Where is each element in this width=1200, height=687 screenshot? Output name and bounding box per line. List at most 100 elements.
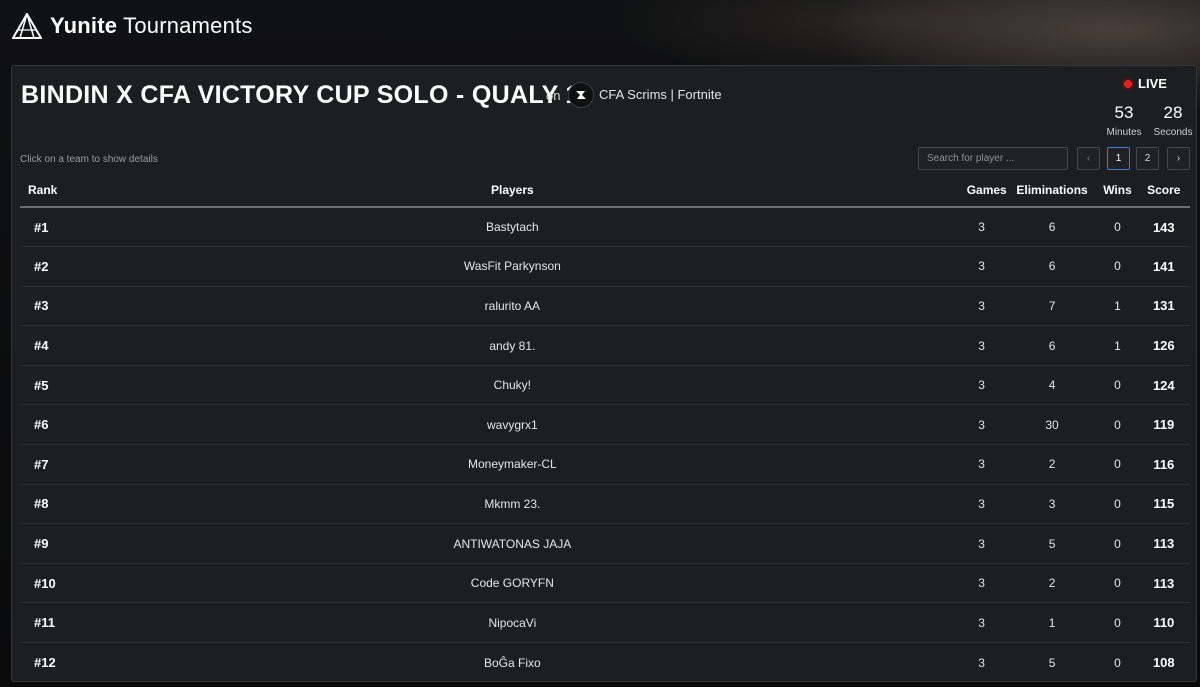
wins-cell: 0 bbox=[1097, 444, 1138, 485]
eliminations-cell: 5 bbox=[1006, 523, 1098, 564]
score-cell: 113 bbox=[1137, 523, 1190, 564]
page-1-button[interactable]: 1 bbox=[1107, 147, 1130, 170]
player-name-cell: ralurito AA bbox=[68, 286, 957, 327]
header-wins: Wins bbox=[1097, 174, 1138, 208]
eliminations-cell: 6 bbox=[1006, 325, 1098, 366]
wins-cell: 0 bbox=[1097, 484, 1138, 525]
details-hint: Click on a team to show details bbox=[20, 154, 158, 165]
player-name-cell: Mkmm 23. bbox=[68, 484, 957, 525]
eliminations-cell: 7 bbox=[1006, 286, 1098, 327]
eliminations-cell: 30 bbox=[1006, 404, 1098, 446]
wins-cell: 1 bbox=[1097, 286, 1138, 327]
tournament-title: BINDIN X CFA VICTORY CUP SOLO - QUALY 1 bbox=[21, 81, 580, 109]
eliminations-cell: 2 bbox=[1006, 563, 1098, 604]
wins-cell: 0 bbox=[1097, 563, 1138, 604]
games-cell: 3 bbox=[978, 655, 985, 670]
rank-cell: #12 bbox=[34, 655, 56, 671]
games-cell: 3 bbox=[956, 404, 1007, 446]
wins-cell: 0 bbox=[1097, 246, 1138, 287]
rank-cell: #9 bbox=[20, 523, 69, 564]
rank-cell: #11 bbox=[20, 602, 69, 644]
score-cell: 119 bbox=[1137, 404, 1190, 446]
table-row[interactable]: #1 Bastytach 3 6 0 143 bbox=[20, 207, 1190, 248]
player-name-cell: NipocaVi bbox=[68, 602, 957, 644]
wins-cell: 0 bbox=[1097, 523, 1138, 564]
player-name-cell: ANTIWATONAS JAJA bbox=[68, 523, 957, 564]
yunite-logo-icon[interactable] bbox=[12, 13, 42, 39]
score-cell: 116 bbox=[1137, 444, 1190, 485]
player-name-cell: Moneymaker-CL bbox=[68, 444, 957, 485]
live-label: LIVE bbox=[1138, 76, 1167, 91]
wins-cell: 0 bbox=[1097, 602, 1138, 644]
table-row[interactable]: #2 WasFit Parkynson 3 6 0 141 bbox=[20, 246, 1190, 287]
timer-seconds: 28 Seconds bbox=[1150, 103, 1196, 138]
player-name-cell: BoĜa Fixo bbox=[484, 655, 541, 670]
score-cell: 143 bbox=[1137, 207, 1190, 248]
eliminations-cell: 3 bbox=[1006, 484, 1098, 525]
table-row[interactable]: #3 ralurito AA 3 7 1 131 bbox=[20, 286, 1190, 327]
table-row[interactable]: #7 Moneymaker-CL 3 2 0 116 bbox=[20, 444, 1190, 485]
leaderboard-panel: BINDIN X CFA VICTORY CUP SOLO - QUALY 1 … bbox=[11, 65, 1197, 682]
eliminations-cell: 6 bbox=[1006, 246, 1098, 287]
header-games: Games bbox=[956, 174, 1007, 208]
games-cell: 3 bbox=[956, 563, 1007, 604]
rank-cell: #5 bbox=[20, 365, 69, 406]
rank-cell: #8 bbox=[20, 484, 69, 525]
table-row[interactable]: #6 wavygrx1 3 30 0 119 bbox=[20, 404, 1190, 446]
score-cell: 108 bbox=[1152, 655, 1175, 671]
player-search-input[interactable] bbox=[918, 147, 1068, 170]
table-row[interactable]: #9 ANTIWATONAS JAJA 3 5 0 113 bbox=[20, 523, 1190, 564]
score-cell: 124 bbox=[1137, 365, 1190, 406]
wins-cell: 1 bbox=[1097, 325, 1138, 366]
games-cell: 3 bbox=[956, 207, 1007, 248]
player-name-cell: Bastytach bbox=[68, 207, 957, 248]
org-name-link[interactable]: CFA Scrims | Fortnite bbox=[599, 87, 722, 102]
eliminations-cell: 4 bbox=[1006, 365, 1098, 406]
table-row[interactable]: #4 andy 81. 3 6 1 126 bbox=[20, 325, 1190, 366]
wins-cell: 0 bbox=[1097, 207, 1138, 248]
wins-cell: 0 bbox=[1097, 365, 1138, 406]
games-cell: 3 bbox=[956, 325, 1007, 366]
games-cell: 3 bbox=[956, 286, 1007, 327]
table-row[interactable]: #8 Mkmm 23. 3 3 0 115 bbox=[20, 484, 1190, 525]
minutes-value: 53 bbox=[1114, 103, 1134, 122]
games-cell: 3 bbox=[956, 602, 1007, 644]
games-cell: 3 bbox=[956, 365, 1007, 406]
live-indicator: LIVE bbox=[1122, 76, 1167, 91]
rank-cell: #1 bbox=[20, 207, 69, 248]
eliminations-cell: 5 bbox=[1048, 655, 1056, 670]
on-label: on bbox=[546, 88, 561, 103]
live-dot-icon bbox=[1122, 77, 1134, 90]
brand-name-bold: Yunite bbox=[50, 13, 118, 38]
games-cell: 3 bbox=[956, 523, 1007, 564]
table-header-row: Rank Players Games Eliminations Wins Sco… bbox=[20, 174, 1190, 208]
score-cell: 126 bbox=[1137, 325, 1190, 366]
player-name-cell: andy 81. bbox=[68, 325, 957, 366]
seconds-label: Seconds bbox=[1153, 127, 1193, 138]
org-avatar[interactable] bbox=[568, 82, 594, 108]
eliminations-cell: 2 bbox=[1006, 444, 1098, 485]
eliminations-cell: 1 bbox=[1006, 602, 1098, 644]
score-cell: 113 bbox=[1137, 563, 1190, 604]
score-cell: 115 bbox=[1137, 484, 1190, 525]
player-name-cell: WasFit Parkynson bbox=[68, 246, 957, 287]
rank-cell: #4 bbox=[20, 325, 69, 366]
prev-page-button[interactable]: ‹ bbox=[1077, 147, 1100, 170]
player-name-cell: wavygrx1 bbox=[68, 404, 957, 446]
rank-cell: #2 bbox=[20, 246, 69, 287]
table-row[interactable]: #5 Chuky! 3 4 0 124 bbox=[20, 365, 1190, 406]
table-row[interactable]: #10 Code GORYFN 3 2 0 113 bbox=[20, 563, 1190, 604]
top-bar: Yunite Tournaments bbox=[0, 0, 1200, 52]
seconds-value: 28 bbox=[1163, 103, 1183, 122]
header-eliminations: Eliminations bbox=[1006, 174, 1098, 208]
leaderboard-table: Rank Players Games Eliminations Wins Sco… bbox=[20, 174, 1190, 681]
table-row[interactable]: #12 BoĜa Fixo 3 5 0 108 bbox=[20, 643, 1190, 681]
next-page-button[interactable]: › bbox=[1167, 147, 1190, 170]
games-cell: 3 bbox=[956, 484, 1007, 525]
header-players: Players bbox=[68, 174, 957, 208]
table-row[interactable]: #11 NipocaVi 3 1 0 110 bbox=[20, 602, 1190, 644]
brand-name[interactable]: Yunite Tournaments bbox=[50, 13, 253, 39]
wins-cell: 0 bbox=[1097, 404, 1138, 446]
page-2-button[interactable]: 2 bbox=[1136, 147, 1159, 170]
rank-cell: #10 bbox=[20, 563, 69, 604]
